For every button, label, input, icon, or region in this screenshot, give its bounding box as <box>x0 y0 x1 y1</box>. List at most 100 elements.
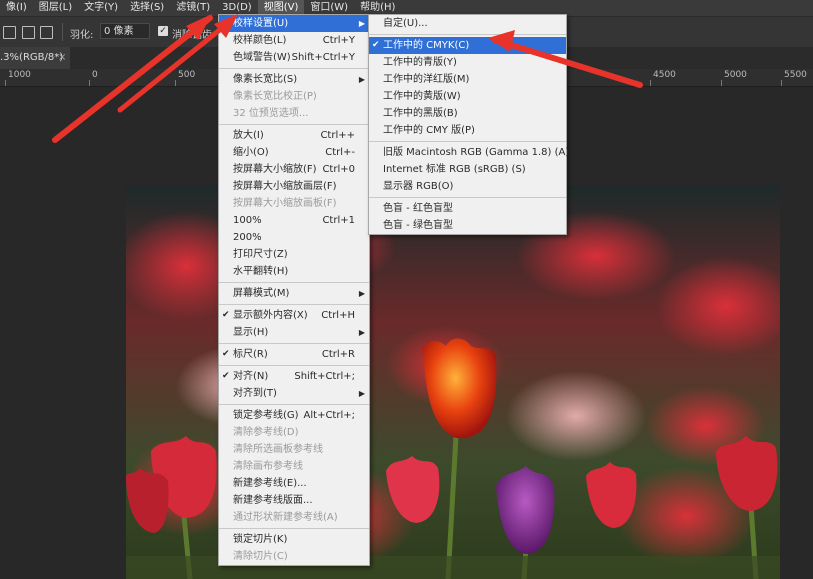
anti-alias-label: 消除锯齿 <box>172 30 212 41</box>
menu-item[interactable]: 校样颜色(L) Ctrl+Y <box>219 32 369 49</box>
menu-item[interactable]: 放大(I) Ctrl++ <box>219 127 369 144</box>
menu-item: 清除参考线(D) <box>219 424 369 441</box>
new-selection-icon[interactable] <box>3 26 16 39</box>
menu-item-label: 旧版 Macintosh RGB (Gamma 1.8) (A) <box>383 147 570 158</box>
menu-divider <box>369 197 566 198</box>
menu-divider <box>369 141 566 142</box>
anti-alias-checkbox[interactable]: ✓ <box>158 26 168 36</box>
menu-item[interactable]: 显示(H) ▶ <box>219 324 369 341</box>
menu-item[interactable]: 打印尺寸(Z) <box>219 246 369 263</box>
menu-item-label: 工作中的黑版(B) <box>383 108 458 119</box>
menu-item[interactable]: 对齐到(T) ▶ <box>219 385 369 402</box>
check-icon: ✔ <box>222 310 230 320</box>
menu-item[interactable]: ✔ 工作中的 CMYK(C) <box>369 37 566 54</box>
menu-item-label: 按屏幕大小缩放(F) <box>233 164 317 175</box>
menu-4[interactable]: 滤镜(T) <box>170 0 216 16</box>
menu-item[interactable]: 色域警告(W) Shift+Ctrl+Y <box>219 49 369 66</box>
close-icon[interactable]: × <box>58 47 66 69</box>
menu-item[interactable]: 新建参考线版面... <box>219 492 369 509</box>
menu-item-label: 显示(H) <box>233 327 269 338</box>
ruler-tick-label: 500 <box>178 70 196 80</box>
menu-item[interactable]: 旧版 Macintosh RGB (Gamma 1.8) (A) <box>369 144 570 161</box>
menu-item-label: 工作中的 CMY 版(P) <box>383 125 475 136</box>
menu-0[interactable]: 像(I) <box>0 0 33 16</box>
menu-item-label: Internet 标准 RGB (sRGB) (S) <box>383 164 526 175</box>
menu-item-label: 锁定切片(K) <box>233 534 288 545</box>
menu-item-label: 100% <box>233 215 262 226</box>
menu-item[interactable]: 屏幕模式(M) ▶ <box>219 285 369 302</box>
menu-item[interactable]: ✔ 对齐(N) Shift+Ctrl+; <box>219 368 369 385</box>
menu-item-shortcut: Ctrl+H <box>321 310 355 321</box>
menu-item[interactable]: 新建参考线(E)... <box>219 475 369 492</box>
menu-item[interactable]: 工作中的黑版(B) <box>369 105 566 122</box>
menu-item[interactable]: 色盲 - 红色盲型 <box>369 200 566 217</box>
ruler-tick-label: 0 <box>92 70 98 80</box>
menu-item[interactable]: 工作中的黄版(W) <box>369 88 566 105</box>
menu-item-label: 工作中的黄版(W) <box>383 91 461 102</box>
menu-item-label: 对齐到(T) <box>233 388 277 399</box>
menu-item-label: 锁定参考线(G) <box>233 410 299 421</box>
menu-item[interactable]: 100% Ctrl+1 <box>219 212 369 229</box>
document-tab[interactable]: .3%(RGB/8*) × <box>0 47 70 69</box>
menu-item-label: 通过形状新建参考线(A) <box>233 512 338 523</box>
menu-item[interactable]: 按屏幕大小缩放画层(F) <box>219 178 369 195</box>
menu-item-shortcut: Shift+Ctrl+; <box>294 371 355 382</box>
menu-item[interactable]: 缩小(O) Ctrl+- <box>219 144 369 161</box>
menu-item-label: 200% <box>233 232 262 243</box>
document-tab-title: .3%(RGB/8*) <box>0 52 64 63</box>
menu-item[interactable]: 锁定切片(K) <box>219 531 369 548</box>
ruler-tick-line <box>721 80 722 86</box>
menu-1[interactable]: 图层(L) <box>33 0 78 16</box>
submenu-arrow-icon: ▶ <box>358 328 365 337</box>
menu-item-label: 按屏幕大小缩放画层(F) <box>233 181 337 192</box>
menu-item[interactable]: 校样设置(U) ▶ <box>219 15 369 32</box>
menu-divider <box>219 365 369 366</box>
menu-item[interactable]: 工作中的 CMY 版(P) <box>369 122 566 139</box>
feather-input[interactable]: 0 像素 <box>100 23 150 39</box>
menu-item[interactable]: 工作中的洋红版(M) <box>369 71 566 88</box>
menu-item[interactable]: 锁定参考线(G) Alt+Ctrl+; <box>219 407 369 424</box>
menu-item[interactable]: 显示器 RGB(O) <box>369 178 566 195</box>
menu-item-label: 色盲 - 绿色盲型 <box>383 220 453 231</box>
ruler-tick-line <box>175 80 176 86</box>
submenu-arrow-icon: ▶ <box>358 389 365 398</box>
menu-divider <box>369 34 566 35</box>
menu-item-shortcut: Ctrl+- <box>325 147 355 158</box>
feather-label: 羽化: <box>70 30 94 41</box>
menu-item-label: 对齐(N) <box>233 371 269 382</box>
menu-item: 清除切片(C) <box>219 548 369 565</box>
menu-item[interactable]: 像素长宽比(S) ▶ <box>219 71 369 88</box>
menu-item[interactable]: ✔ 显示额外内容(X) Ctrl+H <box>219 307 369 324</box>
add-selection-icon[interactable] <box>22 26 35 39</box>
menu-divider <box>219 304 369 305</box>
menu-item-label: 工作中的 CMYK(C) <box>383 40 470 51</box>
menu-item-label: 清除参考线(D) <box>233 427 299 438</box>
proof-setup-submenu: 自定(U)... ✔ 工作中的 CMYK(C) 工作中的青版(Y) 工作中的洋红版(M)… <box>368 14 570 235</box>
ruler-tick-label: 1000 <box>8 70 31 80</box>
menu-item[interactable]: 色盲 - 绿色盲型 <box>369 217 566 234</box>
menu-item[interactable]: 水平翻转(H) <box>219 263 369 280</box>
menu-item[interactable]: 200% <box>219 229 369 246</box>
menu-item[interactable]: 工作中的青版(Y) <box>369 54 566 71</box>
menu-item-label: 校样颜色(L) <box>233 35 287 46</box>
menu-item-label: 工作中的青版(Y) <box>383 57 457 68</box>
menu-item-label: 校样设置(U) <box>233 18 289 29</box>
menu-2[interactable]: 文字(Y) <box>78 0 124 16</box>
menu-item-label: 色域警告(W) <box>233 52 291 63</box>
menu-item-label: 显示额外内容(X) <box>233 310 308 321</box>
menu-item: 清除画布参考线 <box>219 458 369 475</box>
menu-item-label: 放大(I) <box>233 130 264 141</box>
check-icon: ✔ <box>222 349 230 359</box>
separator <box>62 23 63 41</box>
menu-item[interactable]: Internet 标准 RGB (sRGB) (S) <box>369 161 566 178</box>
menu-item[interactable]: 自定(U)... <box>369 15 566 32</box>
menu-item-label: 按屏幕大小缩放画板(F) <box>233 198 337 209</box>
menu-item-label: 清除切片(C) <box>233 551 288 562</box>
menu-divider <box>219 343 369 344</box>
intersect-selection-icon[interactable] <box>40 26 53 39</box>
menu-item[interactable]: ✔ 标尺(R) Ctrl+R <box>219 346 369 363</box>
menu-item: 通过形状新建参考线(A) <box>219 509 369 526</box>
menu-item[interactable]: 按屏幕大小缩放(F) Ctrl+0 <box>219 161 369 178</box>
menu-item-label: 32 位预览选项... <box>233 108 309 119</box>
menu-3[interactable]: 选择(S) <box>124 0 170 16</box>
